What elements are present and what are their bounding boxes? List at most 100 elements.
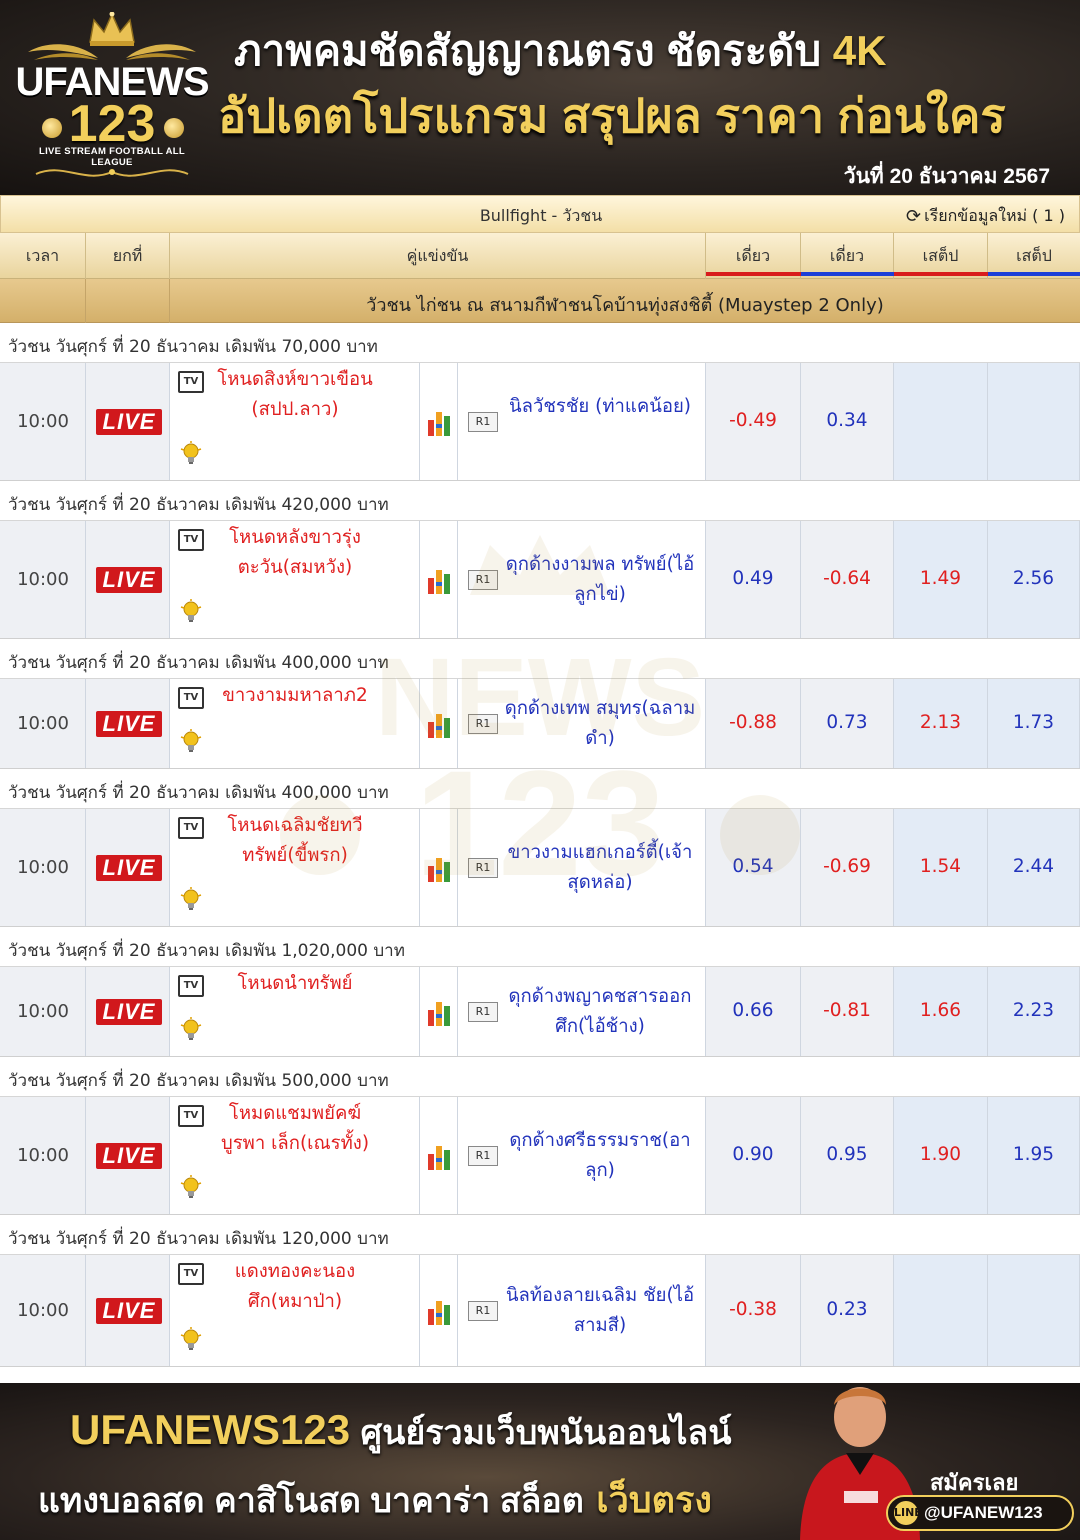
lightbulb-icon[interactable]: [180, 1327, 202, 1353]
home-team-name[interactable]: แดงทองคะนอง ศึก(หมาป่า): [210, 1257, 380, 1317]
odds-single-1-cell[interactable]: -0.38: [706, 1255, 801, 1366]
odds-single-2-cell[interactable]: -0.64: [801, 521, 894, 638]
refresh-button[interactable]: ⟳ เรียกข้อมูลใหม่ ( 1 ): [906, 204, 1065, 229]
odds-single-1-cell[interactable]: 0.66: [706, 967, 801, 1056]
odds-single-2[interactable]: 0.73: [801, 712, 893, 733]
odds-step-2-cell[interactable]: 1.73: [988, 679, 1080, 768]
odds-step-2[interactable]: 1.73: [988, 712, 1079, 733]
odds-step-2[interactable]: 2.44: [988, 856, 1079, 877]
odds-step-2-cell[interactable]: [988, 363, 1080, 480]
tv-icon[interactable]: TV: [178, 1105, 204, 1127]
live-button[interactable]: LIVE: [96, 855, 162, 881]
odds-step-1-cell[interactable]: 1.66: [894, 967, 988, 1056]
league-cell-spacer: [86, 279, 170, 323]
odds-single-2-cell[interactable]: 0.34: [801, 363, 894, 480]
live-cell: LIVE: [86, 1255, 170, 1366]
odds-step-2-cell[interactable]: 2.44: [988, 809, 1080, 926]
lightbulb-icon[interactable]: [180, 1017, 202, 1043]
lightbulb-icon[interactable]: [180, 441, 202, 467]
lightbulb-icon[interactable]: [180, 729, 202, 755]
away-team-name[interactable]: ดุกด้างเทพ สมุทร(ฉลามดำ): [502, 694, 698, 754]
odds-step-1[interactable]: 2.13: [894, 712, 987, 733]
odds-single-1[interactable]: -0.88: [706, 712, 800, 733]
odds-step-2[interactable]: 2.23: [988, 1000, 1079, 1021]
away-team-name[interactable]: ดุกด้างงามพล ทรัพย์(ไอ้ลูกไข่): [502, 550, 698, 610]
odds-step-1-cell[interactable]: 1.54: [894, 809, 988, 926]
away-team-cell: R1 นิลท้องลายเฉลิม ชัย(ไอ้สามสี): [458, 1255, 706, 1366]
odds-single-1[interactable]: -0.38: [706, 1299, 800, 1320]
lightbulb-icon[interactable]: [180, 599, 202, 625]
live-button[interactable]: LIVE: [96, 711, 162, 737]
tv-icon[interactable]: TV: [178, 371, 204, 393]
odds-single-1-cell[interactable]: -0.49: [706, 363, 801, 480]
tv-icon[interactable]: TV: [178, 687, 204, 709]
lightbulb-icon[interactable]: [180, 887, 202, 913]
away-team-name[interactable]: ดุกด้างศรีธรรมราช(อา ลุก): [502, 1126, 698, 1186]
odds-single-1[interactable]: 0.66: [706, 1000, 800, 1021]
live-button[interactable]: LIVE: [96, 567, 162, 593]
odds-single-2[interactable]: -0.64: [801, 568, 893, 589]
bar-chart-icon[interactable]: [427, 408, 451, 436]
home-team-name[interactable]: โหนดสิงห์ขาวเขือน (สปป.ลาว): [210, 365, 380, 425]
odds-step-2[interactable]: 1.95: [988, 1144, 1079, 1165]
odds-step-2-cell[interactable]: 2.23: [988, 967, 1080, 1056]
bar-chart-icon[interactable]: [427, 1297, 451, 1325]
odds-single-1[interactable]: 0.90: [706, 1144, 800, 1165]
odds-single-1[interactable]: 0.49: [706, 568, 800, 589]
live-button[interactable]: LIVE: [96, 409, 162, 435]
live-button[interactable]: LIVE: [96, 999, 162, 1025]
odds-single-2[interactable]: 0.95: [801, 1144, 893, 1165]
odds-single-2-cell[interactable]: -0.69: [801, 809, 894, 926]
odds-step-1-cell[interactable]: [894, 363, 988, 480]
odds-step-1-cell[interactable]: 1.49: [894, 521, 988, 638]
odds-single-1[interactable]: -0.49: [706, 410, 800, 431]
odds-step-2[interactable]: 2.56: [988, 568, 1079, 589]
home-team-name[interactable]: โหมดแชมพยัคฆ์บูรพา เล็ก(เณรทั้ง): [210, 1099, 380, 1159]
bar-chart-icon[interactable]: [427, 854, 451, 882]
away-team-name[interactable]: นิลท้องลายเฉลิม ชัย(ไอ้สามสี): [502, 1281, 698, 1341]
odds-single-2-cell[interactable]: -0.81: [801, 967, 894, 1056]
tv-icon[interactable]: TV: [178, 817, 204, 839]
odds-single-2[interactable]: -0.81: [801, 1000, 893, 1021]
away-team-name[interactable]: ขาวงามแฮกเกอร์ตี้(เจ้า สุดหล่อ): [502, 838, 698, 898]
odds-step-1[interactable]: 1.49: [894, 568, 987, 589]
away-team-name[interactable]: ดุกด้างพญาคชสารออก ศึก(ไอ้ช้าง): [502, 982, 698, 1042]
bar-chart-icon[interactable]: [427, 566, 451, 594]
lightbulb-icon[interactable]: [180, 1175, 202, 1201]
odds-single-1-cell[interactable]: 0.54: [706, 809, 801, 926]
odds-step-1[interactable]: 1.66: [894, 1000, 987, 1021]
live-button[interactable]: LIVE: [96, 1298, 162, 1324]
odds-step-1-cell[interactable]: 2.13: [894, 679, 988, 768]
odds-single-1-cell[interactable]: -0.88: [706, 679, 801, 768]
odds-step-1-cell[interactable]: 1.90: [894, 1097, 988, 1214]
logo[interactable]: UFANEWS 123 LIVE STREAM FOOTBALL ALL LEA…: [14, 8, 210, 188]
odds-step-2-cell[interactable]: [988, 1255, 1080, 1366]
odds-single-2-cell[interactable]: 0.95: [801, 1097, 894, 1214]
bar-chart-icon[interactable]: [427, 1142, 451, 1170]
odds-single-2[interactable]: 0.23: [801, 1299, 893, 1320]
tv-icon[interactable]: TV: [178, 975, 204, 997]
home-team-name[interactable]: ขาวงามมหาลาภ2: [210, 681, 380, 711]
home-team-name[interactable]: โหนดนำทรัพย์: [210, 969, 380, 999]
live-button[interactable]: LIVE: [96, 1143, 162, 1169]
odds-step-2-cell[interactable]: 2.56: [988, 521, 1080, 638]
home-team-name[interactable]: โหนดเฉลิมชัยทวี ทรัพย์(ขี้พรก): [210, 811, 380, 871]
bar-chart-icon[interactable]: [427, 710, 451, 738]
odds-single-2[interactable]: -0.69: [801, 856, 893, 877]
odds-single-2[interactable]: 0.34: [801, 410, 893, 431]
tv-icon[interactable]: TV: [178, 1263, 204, 1285]
odds-single-1-cell[interactable]: 0.49: [706, 521, 801, 638]
away-team-name[interactable]: นิลวัชรชัย (ท่าแคน้อย): [502, 392, 698, 422]
bar-chart-icon[interactable]: [427, 998, 451, 1026]
odds-step-1[interactable]: 1.90: [894, 1144, 987, 1165]
home-team-name[interactable]: โหนดหลังขาวรุ่ง ตะวัน(สมหวัง): [210, 523, 380, 583]
tv-icon[interactable]: TV: [178, 529, 204, 551]
odds-step-2-cell[interactable]: 1.95: [988, 1097, 1080, 1214]
line-contact-button[interactable]: LINE @UFANEW123: [886, 1495, 1074, 1531]
odds-step-1-cell[interactable]: [894, 1255, 988, 1366]
odds-single-1-cell[interactable]: 0.90: [706, 1097, 801, 1214]
odds-single-1[interactable]: 0.54: [706, 856, 800, 877]
odds-step-1[interactable]: 1.54: [894, 856, 987, 877]
odds-single-2-cell[interactable]: 0.23: [801, 1255, 894, 1366]
odds-single-2-cell[interactable]: 0.73: [801, 679, 894, 768]
